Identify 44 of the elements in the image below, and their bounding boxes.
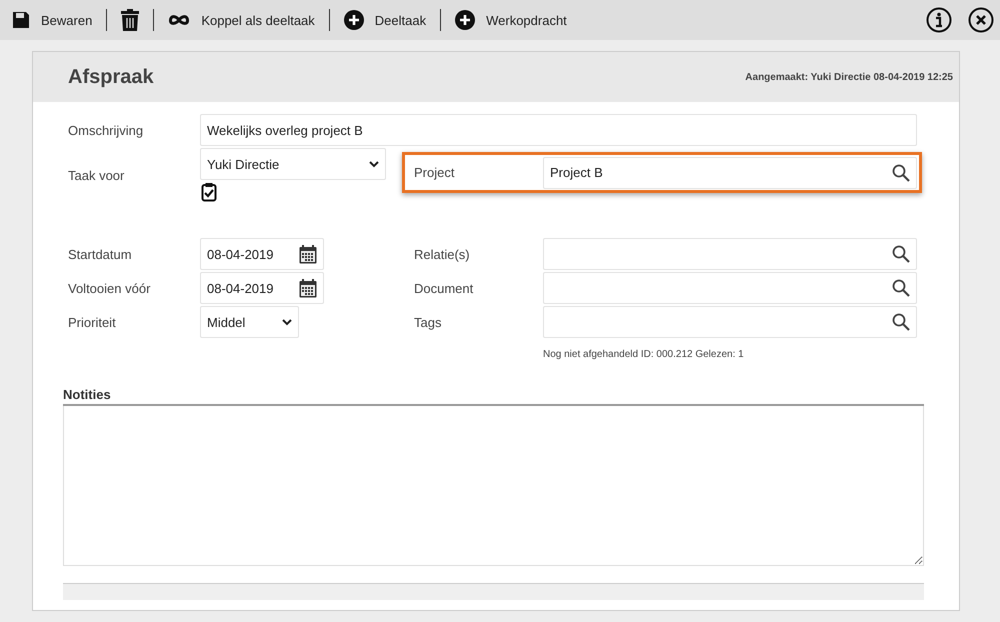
description-input[interactable]: Wekelijks overleg project B <box>200 114 917 146</box>
toolbar-button[interactable]: Koppel als deeltaak <box>166 6 317 34</box>
trash-icon <box>121 9 140 31</box>
field-label: Document <box>414 280 474 296</box>
toolbar-button[interactable]: Bewaren <box>10 6 94 34</box>
search-icon[interactable] <box>892 164 910 182</box>
lookup-field[interactable] <box>543 272 917 304</box>
infinity-icon <box>168 14 190 26</box>
form-title: Afspraak <box>68 66 154 88</box>
project-lookup-field[interactable]: Project B <box>543 156 917 188</box>
field-label: Relatie(s) <box>414 246 471 262</box>
priority-select[interactable]: Middel <box>200 306 299 338</box>
toolbar-button[interactable]: Deeltaak <box>342 6 428 34</box>
created-info: Aangemaakt: Yuki Directie 08-04-2019 12:25 <box>745 72 953 82</box>
field-label: Omschrijving <box>68 122 144 138</box>
field-label: Voltooien vóór <box>68 280 152 296</box>
field-label: Startdatum <box>68 246 133 262</box>
date-field[interactable]: 08-04-2019 <box>200 238 324 270</box>
field-label: Tags <box>414 314 442 330</box>
plus-icon <box>455 10 476 30</box>
info-icon <box>926 7 952 33</box>
chevron-icon <box>369 160 379 168</box>
search-icon[interactable] <box>892 245 910 263</box>
calendar-icon[interactable] <box>299 244 317 264</box>
search-icon[interactable] <box>892 279 910 297</box>
close-button[interactable] <box>968 6 994 34</box>
toolbar-button[interactable]: Werkopdracht <box>453 6 569 34</box>
chevron-icon <box>282 318 292 326</box>
close-icon <box>968 7 994 33</box>
assignee-select[interactable]: Yuki Directie <box>200 148 386 180</box>
search-icon[interactable] <box>892 313 910 331</box>
calendar-icon[interactable] <box>299 278 317 298</box>
info-button[interactable] <box>926 6 952 34</box>
plus-icon <box>344 10 364 30</box>
field-label: Project <box>414 165 456 180</box>
clipboard-check-icon[interactable] <box>201 182 217 202</box>
lookup-field[interactable] <box>543 306 917 338</box>
field-label: Prioriteit <box>68 314 117 330</box>
lookup-field[interactable] <box>543 238 917 270</box>
status-info: Nog niet afgehandeld ID: 000.212 Gelezen: 1 <box>543 349 745 360</box>
delete-button[interactable] <box>119 6 142 34</box>
save-icon <box>12 11 30 29</box>
field-label: Taak voor <box>68 168 126 183</box>
date-field[interactable]: 08-04-2019 <box>200 272 324 304</box>
